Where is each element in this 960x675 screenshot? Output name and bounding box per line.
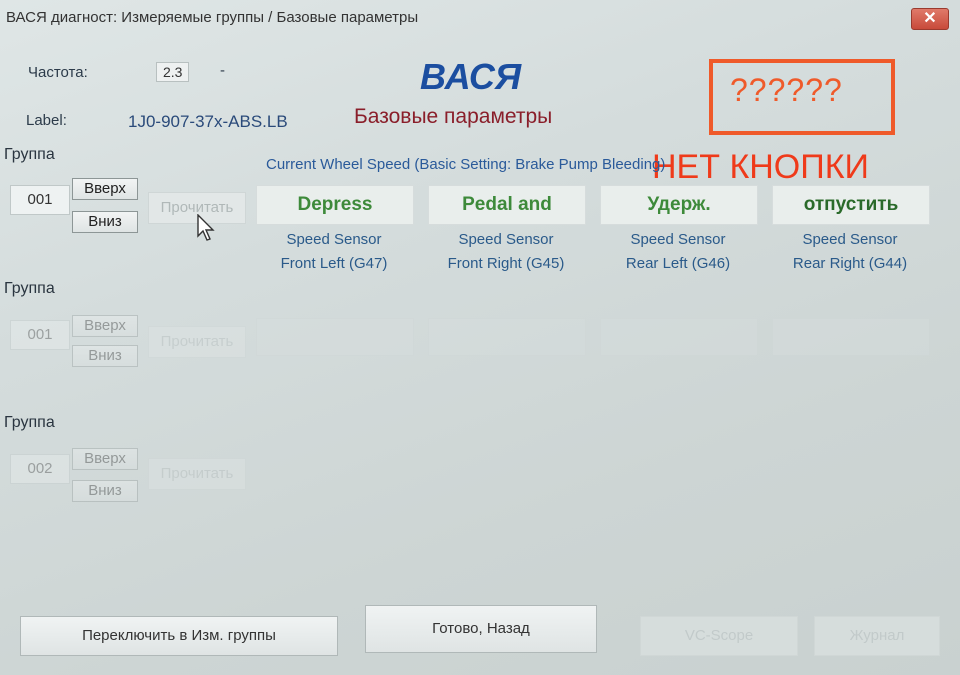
label-label: Label:	[26, 112, 67, 129]
frequency-value: 2.3	[156, 62, 190, 82]
group-2-read-button[interactable]: Прочитать	[148, 326, 246, 358]
close-icon: ✕	[923, 10, 937, 27]
caption-line: Rear Left (G46)	[625, 255, 731, 272]
annotation-question: ??????	[730, 72, 843, 108]
window-title: ВАСЯ диагност: Измеряемые группы / Базов…	[6, 9, 419, 26]
group-1-up-button[interactable]: Вверх	[72, 178, 138, 200]
group-2-up-button[interactable]: Вверх	[72, 315, 138, 337]
group-3-read-button[interactable]: Прочитать	[148, 458, 246, 490]
group-1-title: Current Wheel Speed (Basic Setting: Brak…	[266, 156, 666, 173]
done-back-button[interactable]: Готово, Назад	[365, 605, 597, 653]
group-2-value-3	[600, 318, 758, 356]
caption-line: Rear Right (G44)	[792, 255, 908, 272]
group-1-down-button[interactable]: Вниз	[72, 211, 138, 233]
brand-title: ВАСЯ	[420, 56, 522, 97]
group-1-caption-2: Speed Sensor Front Right (G45)	[420, 228, 592, 276]
group-3-down-button[interactable]: Вниз	[72, 480, 138, 502]
group-2-number[interactable]: 001	[10, 320, 70, 350]
caption-line: Speed Sensor	[630, 231, 726, 248]
group-3-up-button[interactable]: Вверх	[72, 448, 138, 470]
group-1-value-3: Удерж.	[600, 185, 758, 225]
label-value: 1J0-907-37x-ABS.LB	[128, 112, 288, 131]
journal-button[interactable]: Журнал	[814, 616, 940, 656]
group-1-caption-1: Speed Sensor Front Left (G47)	[248, 228, 420, 276]
group-1-label: Группа	[4, 146, 55, 163]
group-2-label: Группа	[4, 280, 55, 297]
title-bar: ВАСЯ диагност: Измеряемые группы / Базов…	[0, 0, 960, 36]
vc-scope-button[interactable]: VC-Scope	[640, 616, 798, 656]
frequency-suffix: -	[220, 62, 225, 79]
group-2-value-2	[428, 318, 586, 356]
group-1-number[interactable]: 001	[10, 185, 70, 215]
caption-line: Speed Sensor	[286, 231, 382, 248]
close-button[interactable]: ✕	[911, 8, 949, 30]
caption-line: Speed Sensor	[802, 231, 898, 248]
mouse-cursor-icon	[197, 214, 215, 241]
group-1-caption-4: Speed Sensor Rear Right (G44)	[764, 228, 936, 276]
group-3-number[interactable]: 002	[10, 454, 70, 484]
group-3-label: Группа	[4, 414, 55, 431]
caption-line: Speed Sensor	[458, 231, 554, 248]
frequency-label: Частота:	[28, 64, 88, 81]
caption-line: Front Left (G47)	[280, 255, 388, 272]
caption-line: Front Right (G45)	[447, 255, 565, 272]
group-2-value-1	[256, 318, 414, 356]
group-1-value-2: Pedal and	[428, 185, 586, 225]
group-2-value-4	[772, 318, 930, 356]
group-2-down-button[interactable]: Вниз	[72, 345, 138, 367]
switch-to-groups-button[interactable]: Переключить в Изм. группы	[20, 616, 338, 656]
group-1-value-1: Depress	[256, 185, 414, 225]
page-subtitle: Базовые параметры	[354, 105, 553, 128]
group-1-value-4: отпустить	[772, 185, 930, 225]
group-1-caption-3: Speed Sensor Rear Left (G46)	[592, 228, 764, 276]
annotation-note: НЕТ КНОПКИ	[652, 148, 869, 186]
